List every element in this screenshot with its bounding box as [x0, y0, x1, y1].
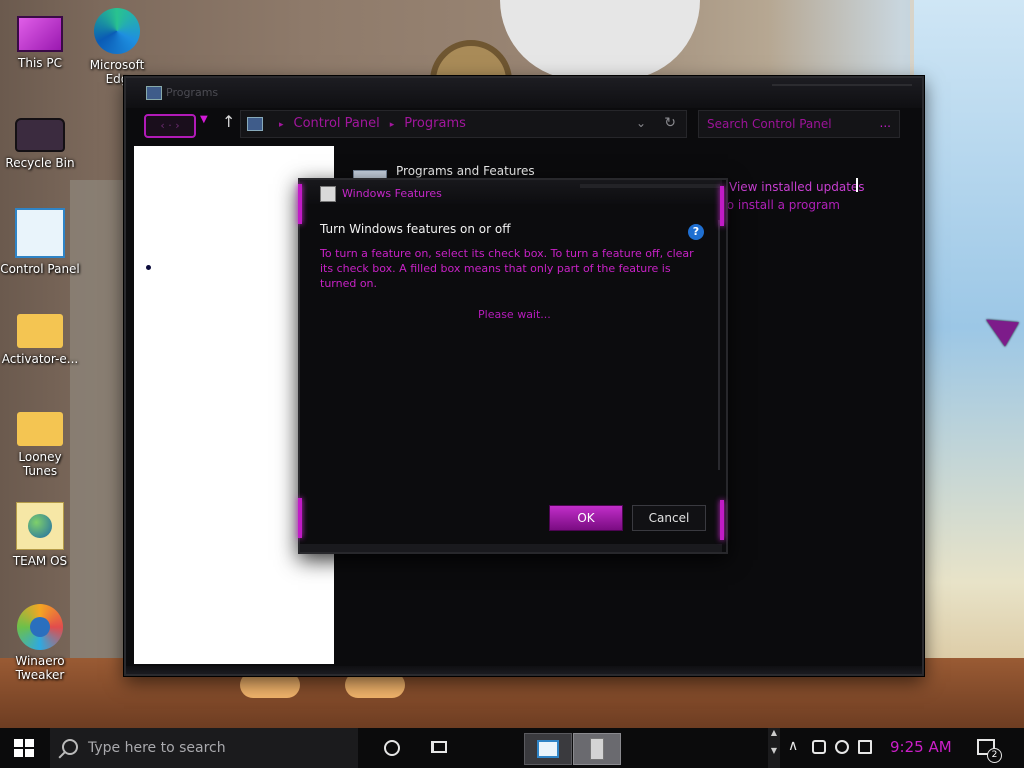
back-forward-button[interactable]: ‹ · › — [144, 114, 196, 138]
window-titlebar[interactable]: Programs — [126, 78, 922, 108]
search-placeholder: Search Control Panel — [707, 117, 832, 131]
cancel-button[interactable]: Cancel — [632, 505, 706, 531]
desktop-icon-label: Recycle Bin — [5, 156, 75, 170]
titlebar-accent — [580, 184, 720, 188]
desktop-icon-this-pc[interactable]: This PC — [0, 10, 80, 70]
bullet-icon — [146, 265, 151, 270]
breadcrumb-control-panel[interactable]: Control Panel — [294, 116, 380, 131]
address-bar[interactable]: ▸ Control Panel ▸ Programs ⌄ ↻ — [240, 110, 687, 138]
search-ellipsis: ... — [879, 116, 891, 130]
desktop-icon-label: Looney Tunes — [18, 450, 62, 478]
dialog-accent-right-top — [720, 186, 724, 226]
wallpaper-character — [500, 0, 700, 80]
window-title: Programs — [166, 86, 219, 99]
breadcrumb-sep-icon: ▸ — [389, 120, 395, 130]
task-view-icon[interactable] — [431, 741, 447, 753]
taskbar: Type here to search ▲ ▼ ∧ 9:25 AM 2 — [0, 728, 1024, 768]
windows-features-dialog: Windows Features Turn Windows features o… — [298, 178, 728, 554]
dialog-description: To turn a feature on, select its check b… — [320, 247, 694, 290]
meet-now-icon[interactable] — [812, 740, 826, 754]
view-installed-updates-link[interactable]: View installed updates — [729, 180, 865, 194]
navigation-bar: ‹ · › ▼ ↑ ▸ Control Panel ▸ Programs ⌄ ↻ Se… — [136, 108, 912, 142]
taskbar-scroll-icon[interactable]: ▲ ▼ — [768, 728, 780, 768]
dialog-title: Windows Features — [342, 187, 442, 200]
breadcrumb-programs[interactable]: Programs — [404, 116, 466, 131]
folder-icon — [17, 412, 63, 446]
control-panel-icon — [15, 208, 65, 258]
control-panel-icon — [247, 117, 263, 131]
show-hidden-icons-chevron-icon[interactable]: ∧ — [788, 738, 798, 754]
network-globe-icon[interactable] — [835, 740, 849, 754]
breadcrumb: ▸ Control Panel ▸ Programs — [269, 116, 466, 131]
search-icon — [62, 739, 78, 755]
dialog-heading: Turn Windows features on or off — [320, 222, 511, 236]
desktop-icon-activator[interactable]: Activator-e... — [0, 306, 80, 366]
windows-features-icon — [320, 186, 336, 202]
desktop-icon-label: TEAM OS — [12, 554, 68, 568]
desktop-icon-team-os[interactable]: TEAM OS — [0, 502, 80, 568]
folder-icon — [17, 314, 63, 348]
notification-count-badge: 2 — [987, 748, 1002, 763]
titlebar-accent — [772, 84, 912, 86]
dialog-titlebar[interactable]: Windows Features — [300, 180, 722, 204]
dialog-accent-right-bottom — [720, 500, 724, 540]
desktop-icon-label: Winaero Tweaker — [15, 654, 65, 682]
desktop-icon-label: This PC — [18, 56, 62, 70]
volume-muted-icon[interactable] — [858, 740, 872, 754]
control-panel-icon — [146, 86, 162, 100]
taskbar-clock[interactable]: 9:25 AM — [890, 738, 952, 756]
taskbar-search-box[interactable]: Type here to search — [50, 728, 358, 768]
dialog-accent-left-bottom — [298, 498, 302, 538]
loading-status: Please wait... — [478, 308, 551, 321]
desktop-icon-recycle-bin[interactable]: Recycle Bin — [0, 108, 80, 170]
programs-and-features-link[interactable]: Programs and Features — [396, 164, 535, 178]
dialog-divider — [718, 220, 720, 470]
window-bottom-border — [126, 666, 922, 674]
control-panel-icon — [537, 740, 559, 758]
windows-logo-icon — [14, 739, 34, 757]
recycle-bin-icon — [15, 118, 65, 152]
desktop-icon-label: Activator-e... — [1, 352, 79, 366]
globe-icon — [16, 502, 64, 550]
text-cursor — [856, 178, 858, 192]
recent-locations-dropdown-icon[interactable]: ▼ — [200, 114, 208, 125]
desktop-icon-control-panel[interactable]: Control Panel — [0, 208, 80, 276]
desktop-icon-edge[interactable]: Microsoft Edg — [77, 8, 157, 86]
refresh-icon[interactable]: ↻ — [664, 115, 676, 131]
winaero-icon — [17, 604, 63, 650]
up-arrow-icon[interactable]: ↑ — [222, 112, 235, 131]
install-program-link[interactable]: to install a program — [722, 198, 840, 212]
wallpaper-window — [914, 0, 1024, 728]
breadcrumb-sep-icon: ▸ — [279, 120, 284, 130]
taskbar-search-placeholder: Type here to search — [88, 740, 226, 756]
dialog-bottom-border — [300, 544, 722, 552]
ok-button[interactable]: OK — [549, 505, 623, 531]
search-control-panel-input[interactable]: Search Control Panel ... — [698, 110, 900, 138]
desktop-icon-looney-tunes[interactable]: Looney Tunes — [0, 404, 80, 478]
desktop-icon-label: Control Panel — [0, 262, 80, 276]
desktop-icon-winaero-tweaker[interactable]: Winaero Tweaker — [0, 604, 80, 682]
chevron-down-icon[interactable]: ⌄ — [636, 116, 646, 130]
taskbar-app-windows-features[interactable] — [573, 733, 621, 765]
taskbar-app-control-panel[interactable] — [524, 733, 572, 765]
edge-icon — [94, 8, 140, 54]
cortana-icon[interactable] — [384, 740, 400, 756]
dialog-accent-left-top — [298, 184, 302, 224]
help-icon[interactable]: ? — [688, 224, 704, 240]
start-button[interactable] — [0, 728, 48, 768]
windows-features-icon — [590, 738, 604, 760]
monitor-icon — [17, 16, 63, 52]
